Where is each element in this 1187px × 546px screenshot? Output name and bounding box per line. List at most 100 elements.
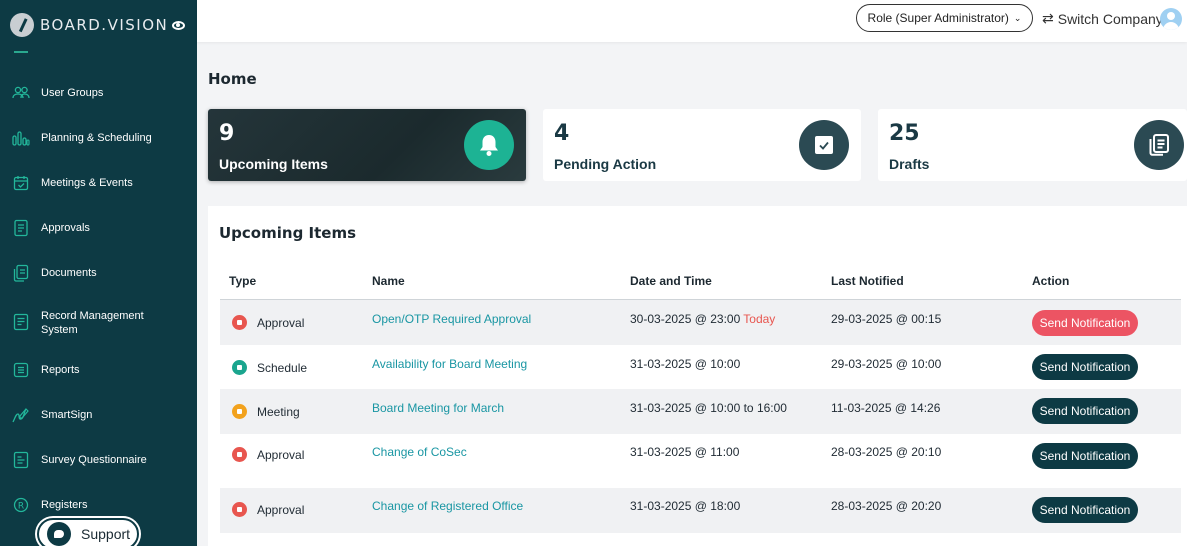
last-notified-cell: 28-03-2025 @ 20:20 [831, 499, 942, 513]
send-notification-button[interactable]: Send Notification [1032, 310, 1138, 336]
type-cell: Approval [232, 447, 304, 462]
upcoming-items-panel: Upcoming Items Type Name Date and Time L… [208, 206, 1187, 546]
type-label: Approval [257, 447, 305, 462]
type-cell: Meeting [232, 404, 300, 419]
last-notified-cell: 28-03-2025 @ 20:10 [831, 445, 942, 459]
stat-count: 4 [554, 121, 570, 146]
sidebar-item-label: Record Management System [41, 310, 144, 336]
avatar[interactable] [1160, 8, 1182, 30]
sidebar-item-survey[interactable]: Survey Questionnaire [0, 451, 197, 469]
calendar-icon [12, 174, 30, 192]
table-row: Schedule Availability for Board Meeting … [220, 345, 1181, 389]
switch-company-button[interactable]: ⇄ Switch Company [1042, 10, 1163, 27]
section-title: Upcoming Items [219, 224, 357, 242]
item-name-link[interactable]: Change of Registered Office [372, 499, 523, 513]
date-time-cell: 30-03-2025 @ 23:00 Today [630, 312, 775, 326]
schedule-icon [232, 360, 247, 375]
type-label: Schedule [257, 360, 308, 375]
column-header-type: Type [229, 274, 257, 288]
logo[interactable]: BOARD.VISION [10, 13, 168, 37]
stat-label: Drafts [889, 156, 930, 172]
sidebar-item-label: Approvals [41, 222, 90, 234]
item-name-link[interactable]: Change of CoSec [372, 445, 467, 459]
sidebar-item-label: Meetings & Events [41, 177, 133, 189]
chat-icon [47, 522, 71, 546]
switch-company-label: Switch Company [1057, 10, 1163, 27]
sidebar-divider [14, 51, 28, 53]
role-dropdown[interactable]: Role (Super Administrator) ⌄ [856, 4, 1033, 32]
item-name-link[interactable]: Open/OTP Required Approval [372, 312, 531, 326]
logo-text: BOARD.VISION [40, 16, 169, 34]
date-time-cell: 31-03-2025 @ 11:00 [630, 445, 740, 459]
table-row: Meeting Board Meeting for March 31-03-20… [220, 389, 1181, 434]
stat-card-pending[interactable]: 4 Pending Action [543, 109, 861, 181]
role-label: Role (Super Administrator) [867, 11, 1009, 25]
signature-icon [12, 406, 30, 424]
stat-count: 9 [219, 121, 235, 146]
stat-label: Upcoming Items [219, 156, 328, 172]
type-label: Approval [257, 315, 305, 330]
item-name-link[interactable]: Board Meeting for March [372, 401, 504, 415]
last-notified-cell: 29-03-2025 @ 10:00 [831, 357, 942, 371]
sidebar-item-label: Documents [41, 267, 97, 279]
sidebar-item-meetings[interactable]: Meetings & Events [0, 174, 197, 192]
column-header-last-notified: Last Notified [831, 274, 904, 288]
page-title: Home [208, 70, 257, 88]
type-cell: Approval [232, 315, 304, 330]
users-icon [12, 84, 30, 102]
column-header-name: Name [372, 274, 405, 288]
bar-chart-icon [12, 129, 30, 147]
sidebar-item-smartsign[interactable]: SmartSign [0, 406, 197, 424]
top-bar: Role (Super Administrator) ⌄ ⇄ Switch Co… [197, 0, 1187, 42]
sidebar-item-user-groups[interactable]: User Groups [0, 84, 197, 102]
column-header-date: Date and Time [630, 274, 712, 288]
approval-icon [232, 502, 247, 517]
logo-icon [10, 13, 34, 37]
table-row: Approval Open/OTP Required Approval 30-0… [220, 300, 1181, 345]
registered-icon: R [12, 496, 30, 514]
send-notification-button[interactable]: Send Notification [1032, 398, 1138, 424]
item-name-link[interactable]: Availability for Board Meeting [372, 357, 527, 371]
type-label: Approval [257, 502, 305, 517]
drafts-icon [1134, 120, 1184, 170]
last-notified-cell: 11-03-2025 @ 14:26 [831, 401, 941, 415]
sidebar-item-planning[interactable]: Planning & Scheduling [0, 129, 197, 147]
sidebar-item-label: Planning & Scheduling [41, 132, 152, 144]
sidebar: BOARD.VISION User Groups Planning & Sche… [0, 0, 197, 546]
table-row: Approval Change of Registered Office 31-… [220, 488, 1181, 533]
date-time-cell: 31-03-2025 @ 18:00 [630, 499, 741, 513]
records-icon [12, 313, 30, 331]
sidebar-item-approvals[interactable]: Approvals [0, 219, 197, 237]
checkbox-icon [799, 120, 849, 170]
stat-label: Pending Action [554, 156, 657, 172]
sidebar-item-label: Survey Questionnaire [41, 454, 147, 466]
support-button[interactable]: Support [37, 518, 139, 546]
column-header-action: Action [1032, 274, 1070, 288]
date-time-cell: 31-03-2025 @ 10:00 [630, 357, 741, 371]
table-row: Approval Change of CoSec 31-03-2025 @ 11… [220, 434, 1181, 488]
sidebar-item-record-management[interactable]: Record Management System [0, 309, 197, 337]
stat-card-drafts[interactable]: 25 Drafts [878, 109, 1187, 181]
send-notification-button[interactable]: Send Notification [1032, 354, 1138, 380]
sidebar-item-label: User Groups [41, 87, 104, 99]
sidebar-item-registers[interactable]: R Registers [0, 496, 197, 514]
type-label: Meeting [257, 404, 300, 419]
eye-icon[interactable] [172, 21, 185, 30]
send-notification-button[interactable]: Send Notification [1032, 497, 1138, 523]
documents-icon [12, 264, 30, 282]
date-time-value: 30-03-2025 @ 23:00 [630, 312, 741, 326]
approval-icon [232, 315, 247, 330]
svg-text:R: R [18, 501, 24, 511]
send-notification-button[interactable]: Send Notification [1032, 443, 1138, 469]
sidebar-item-documents[interactable]: Documents [0, 264, 197, 282]
today-badge: Today [743, 312, 776, 326]
sidebar-item-reports[interactable]: Reports [0, 361, 197, 379]
document-check-icon [12, 219, 30, 237]
bell-icon [464, 120, 514, 170]
last-notified-cell: 29-03-2025 @ 00:15 [831, 312, 942, 326]
date-time-cell: 31-03-2025 @ 10:00 to 16:00 [630, 401, 787, 415]
swap-icon: ⇄ [1042, 10, 1054, 26]
sidebar-item-label: SmartSign [41, 409, 93, 421]
stat-card-upcoming[interactable]: 9 Upcoming Items [208, 109, 526, 181]
meeting-icon [232, 404, 247, 419]
